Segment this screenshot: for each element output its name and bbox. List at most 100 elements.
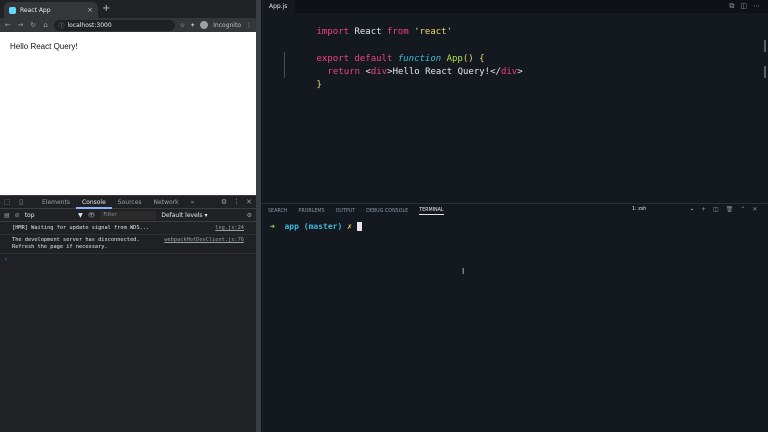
code-line-5: } — [284, 66, 322, 90]
jsx-tag: div — [500, 67, 518, 77]
tab-terminal[interactable]: TERMINAL — [419, 208, 444, 215]
forward-icon[interactable]: → — [17, 20, 25, 30]
address-bar[interactable]: ⓘ localhost:3000 — [54, 19, 175, 31]
browser-window: React App × + ← → ↻ ⌂ ⓘ localhost:3000 ☆… — [0, 0, 256, 432]
console-message: The development server has disconnected.… — [0, 235, 256, 254]
browser-tabstrip: React App × + — [0, 0, 256, 18]
string-literal: 'react' — [414, 27, 453, 37]
console-source-link[interactable]: webpackHotDevClient.js:76 — [164, 237, 244, 251]
more-actions-icon[interactable]: ⋯ — [753, 2, 760, 11]
terminal-prompt-line[interactable]: ➜ app (master) ✗ — [270, 222, 362, 231]
devtools-panel: ⬚ ▯ Elements Console Sources Network » ⚙… — [0, 195, 256, 432]
new-terminal-icon[interactable]: + — [701, 206, 706, 213]
tab-problems[interactable]: PROBLEMS — [298, 209, 324, 214]
punctuation: } — [316, 80, 322, 90]
browser-toolbar: ← → ↻ ⌂ ⓘ localhost:3000 ☆ ✦ Incognito ⋮ — [0, 18, 256, 32]
console-filter-input[interactable]: Filter — [100, 211, 157, 220]
keyword: from — [386, 27, 409, 37]
device-toolbar-icon[interactable]: ▯ — [14, 198, 28, 206]
page-viewport: Hello React Query! — [0, 32, 256, 195]
chevron-down-icon: ▼ — [78, 212, 83, 219]
editor-tab-appjs[interactable]: App.js — [261, 0, 296, 13]
scrollbar-marker — [764, 40, 766, 52]
eye-icon[interactable]: 👁 — [88, 212, 96, 219]
log-levels-dropdown[interactable]: Default levels ▾ — [161, 212, 207, 219]
console-message: [HMR] Waiting for update signal from WDS… — [0, 223, 256, 235]
tab-elements[interactable]: Elements — [36, 196, 76, 209]
terminal-cursor — [356, 222, 362, 231]
react-favicon-icon — [9, 6, 16, 14]
console-settings-icon[interactable]: ⚙ — [247, 212, 256, 219]
split-editor-icon[interactable]: ◫ — [740, 2, 747, 11]
dirty-state-icon: ✗ — [347, 222, 352, 231]
keyword: import — [316, 27, 350, 37]
sidebar-toggle-icon[interactable]: ▤ — [4, 212, 10, 219]
close-tab-icon[interactable]: × — [87, 6, 93, 14]
ibeam-cursor-icon: I — [462, 267, 465, 276]
incognito-avatar-icon[interactable] — [200, 21, 209, 29]
star-icon[interactable]: ☆ — [180, 22, 185, 29]
extensions-icon[interactable]: ✦ — [190, 22, 195, 29]
browser-tab[interactable]: React App × — [4, 2, 98, 18]
browser-tab-title: React App — [20, 6, 51, 14]
context-value: top — [24, 212, 35, 219]
inspect-element-icon[interactable]: ⬚ — [0, 198, 14, 206]
tab-console[interactable]: Console — [75, 196, 112, 209]
more-tabs-icon[interactable]: » — [185, 196, 201, 209]
clear-console-icon[interactable]: ⊘ — [15, 212, 20, 219]
terminal-panel: SEARCH PROBLEMS OUTPUT DEBUG CONSOLE TER… — [261, 203, 768, 432]
console-source-link[interactable]: log.js:24 — [215, 225, 244, 232]
console-message-text: The development server has disconnected.… — [12, 237, 140, 250]
menu-icon[interactable]: ⋮ — [246, 22, 252, 29]
toolbar-right: ☆ ✦ Incognito ⋮ — [180, 21, 252, 29]
scrollbar-marker — [764, 66, 766, 78]
console-output: [HMR] Waiting for update signal from WDS… — [0, 223, 256, 263]
jsx-tag: div — [370, 67, 388, 77]
code-line-4: return <div>Hello React Query!</div> — [295, 53, 523, 77]
home-icon[interactable]: ⌂ — [42, 20, 50, 30]
devtools-tabbar: ⬚ ▯ Elements Console Sources Network » ⚙… — [0, 196, 256, 209]
code-line-1: import React from 'react' — [284, 13, 453, 37]
punctuation: > — [517, 67, 523, 77]
page-content-text: Hello React Query! — [10, 42, 78, 51]
punctuation: </ — [490, 67, 501, 77]
code-line-3: export default function App() { — [284, 40, 485, 64]
indent-guide — [284, 52, 285, 78]
jsx-text: Hello React Query! — [392, 67, 491, 77]
maximize-panel-icon[interactable]: ⌃ — [740, 206, 745, 213]
url-text: localhost:3000 — [67, 21, 112, 29]
site-info-icon[interactable]: ⓘ — [58, 21, 64, 30]
tab-output[interactable]: OUTPUT — [336, 209, 356, 214]
console-message-text: [HMR] Waiting for update signal from WDS… — [12, 225, 150, 231]
gear-icon[interactable]: ⚙ — [221, 198, 227, 206]
trash-icon[interactable]: 🗑 — [726, 206, 734, 213]
close-panel-icon[interactable]: ✕ — [752, 206, 757, 213]
incognito-label: Incognito — [213, 21, 241, 29]
back-icon[interactable]: ← — [4, 20, 12, 30]
identifier: React — [354, 27, 382, 37]
terminal-selector[interactable]: 1: zsh ⌄ — [632, 207, 694, 215]
close-devtools-icon[interactable]: ✕ — [246, 198, 252, 206]
code-editor-window: App.js ⧉ ◫ ⋯ import React from 'react' e… — [261, 0, 768, 432]
chevron-down-icon: ⌄ — [689, 207, 694, 212]
prompt-arrow-icon: ➜ — [270, 222, 275, 231]
split-terminal-icon[interactable]: ◫ — [713, 206, 719, 213]
panel-actions: + ◫ 🗑 ⌃ ✕ — [701, 206, 757, 213]
keyword: return — [327, 67, 361, 77]
open-changes-icon[interactable]: ⧉ — [729, 2, 734, 11]
terminal-selector-value: 1: zsh — [632, 207, 647, 212]
editor-tabbar: App.js ⧉ ◫ ⋯ — [261, 0, 768, 13]
console-prompt[interactable]: › — [0, 256, 256, 263]
tab-network[interactable]: Network — [148, 196, 185, 209]
new-tab-icon[interactable]: + — [102, 3, 110, 15]
tab-search[interactable]: SEARCH — [268, 209, 287, 214]
context-selector[interactable]: top ▼ — [25, 212, 83, 219]
terminal-git-branch: (master) — [303, 222, 343, 231]
devtools-menu-icon[interactable]: ⋮ — [233, 198, 240, 206]
console-filter-bar: ▤ ⊘ top ▼ 👁 Filter Default levels ▾ ⚙ — [0, 210, 256, 222]
code-area[interactable]: import React from 'react' export default… — [261, 13, 768, 195]
tab-sources[interactable]: Sources — [112, 196, 148, 209]
tab-debug-console[interactable]: DEBUG CONSOLE — [366, 209, 408, 214]
reload-icon[interactable]: ↻ — [29, 20, 37, 30]
terminal-directory: app — [284, 222, 299, 231]
